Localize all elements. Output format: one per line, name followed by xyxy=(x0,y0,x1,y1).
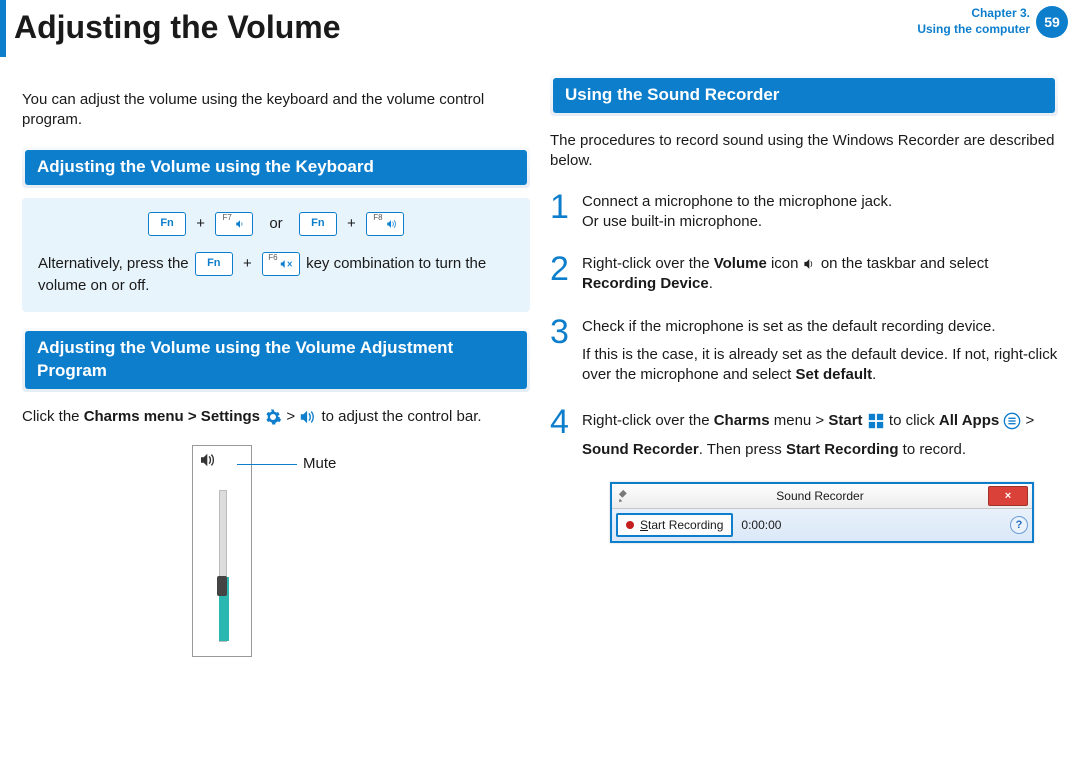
alt-text: Alternatively, press the Fn + F6 key com… xyxy=(38,252,514,296)
volume-slider-widget: Mute xyxy=(192,445,252,657)
charms-text: Click the Charms menu > Settings > to ad… xyxy=(22,407,530,427)
chapter-label: Chapter 3. xyxy=(917,6,1030,22)
help-button[interactable]: ? xyxy=(1010,516,1028,534)
recorder-body: Start Recording 0:00:00 ? xyxy=(612,509,1032,541)
microphone-icon xyxy=(618,489,632,503)
keyboard-box: Fn + F7 or Fn + F8 Alternatively, press … xyxy=(22,198,530,312)
close-button[interactable]: × xyxy=(988,486,1028,506)
section-keyboard: Adjusting the Volume using the Keyboard xyxy=(22,147,530,188)
windows-start-icon xyxy=(867,412,885,430)
record-dot-icon xyxy=(626,521,634,529)
plus-sign: + xyxy=(196,215,205,232)
page-number-badge: 59 xyxy=(1036,6,1068,38)
step-3: 3 Check if the microphone is set as the … xyxy=(550,315,1058,386)
volume-thumb[interactable] xyxy=(217,576,227,596)
or-text: or xyxy=(269,215,282,232)
intro-text: You can adjust the volume using the keyb… xyxy=(22,90,530,131)
recorder-title-text: Sound Recorder xyxy=(632,488,988,504)
volume-up-icon xyxy=(385,218,397,230)
step-number: 2 xyxy=(550,252,574,295)
step-4: 4 Right-click over the Charms menu > Sta… xyxy=(550,405,1058,464)
step-2: 2 Right-click over the Volume icon on th… xyxy=(550,252,1058,295)
plus-sign-2: + xyxy=(347,215,356,232)
f7-key: F7 xyxy=(215,212,253,236)
start-recording-button[interactable]: Start Recording xyxy=(616,513,733,537)
step-number: 3 xyxy=(550,315,574,386)
f8-key: F8 xyxy=(366,212,404,236)
recorder-intro: The procedures to record sound using the… xyxy=(550,131,1058,172)
mute-label: Mute xyxy=(303,454,336,474)
page-header: Adjusting the Volume Chapter 3. Using th… xyxy=(0,0,1080,57)
fn-key-2: Fn xyxy=(299,212,337,236)
chapter-info: Chapter 3. Using the computer 59 xyxy=(917,6,1068,38)
step-1: 1 Connect a microphone to the microphone… xyxy=(550,190,1058,233)
recorder-time: 0:00:00 xyxy=(741,517,781,533)
chapter-subtitle: Using the computer xyxy=(917,22,1030,38)
callout-line xyxy=(237,464,297,465)
f6-key: F6 xyxy=(262,252,300,276)
all-apps-icon xyxy=(1003,412,1021,430)
volume-track xyxy=(219,490,227,642)
section-program: Adjusting the Volume using the Volume Ad… xyxy=(22,328,530,392)
fn-key: Fn xyxy=(148,212,186,236)
step-number: 4 xyxy=(550,405,574,464)
section-recorder: Using the Sound Recorder xyxy=(550,75,1058,116)
speaker-icon xyxy=(803,257,817,271)
page-title: Adjusting the Volume xyxy=(6,6,917,49)
fn-key-3: Fn xyxy=(195,252,233,276)
sound-recorder-window: Sound Recorder × Start Recording 0:00:00… xyxy=(610,482,1034,543)
volume-down-icon xyxy=(234,218,246,230)
right-column: Using the Sound Recorder The procedures … xyxy=(550,75,1058,657)
step-number: 1 xyxy=(550,190,574,233)
mute-icon xyxy=(280,258,294,270)
settings-gear-icon xyxy=(264,408,282,426)
volume-icon xyxy=(299,408,317,426)
recorder-titlebar: Sound Recorder × xyxy=(612,484,1032,509)
left-column: You can adjust the volume using the keyb… xyxy=(22,75,530,657)
volume-widget-icon xyxy=(199,451,221,469)
